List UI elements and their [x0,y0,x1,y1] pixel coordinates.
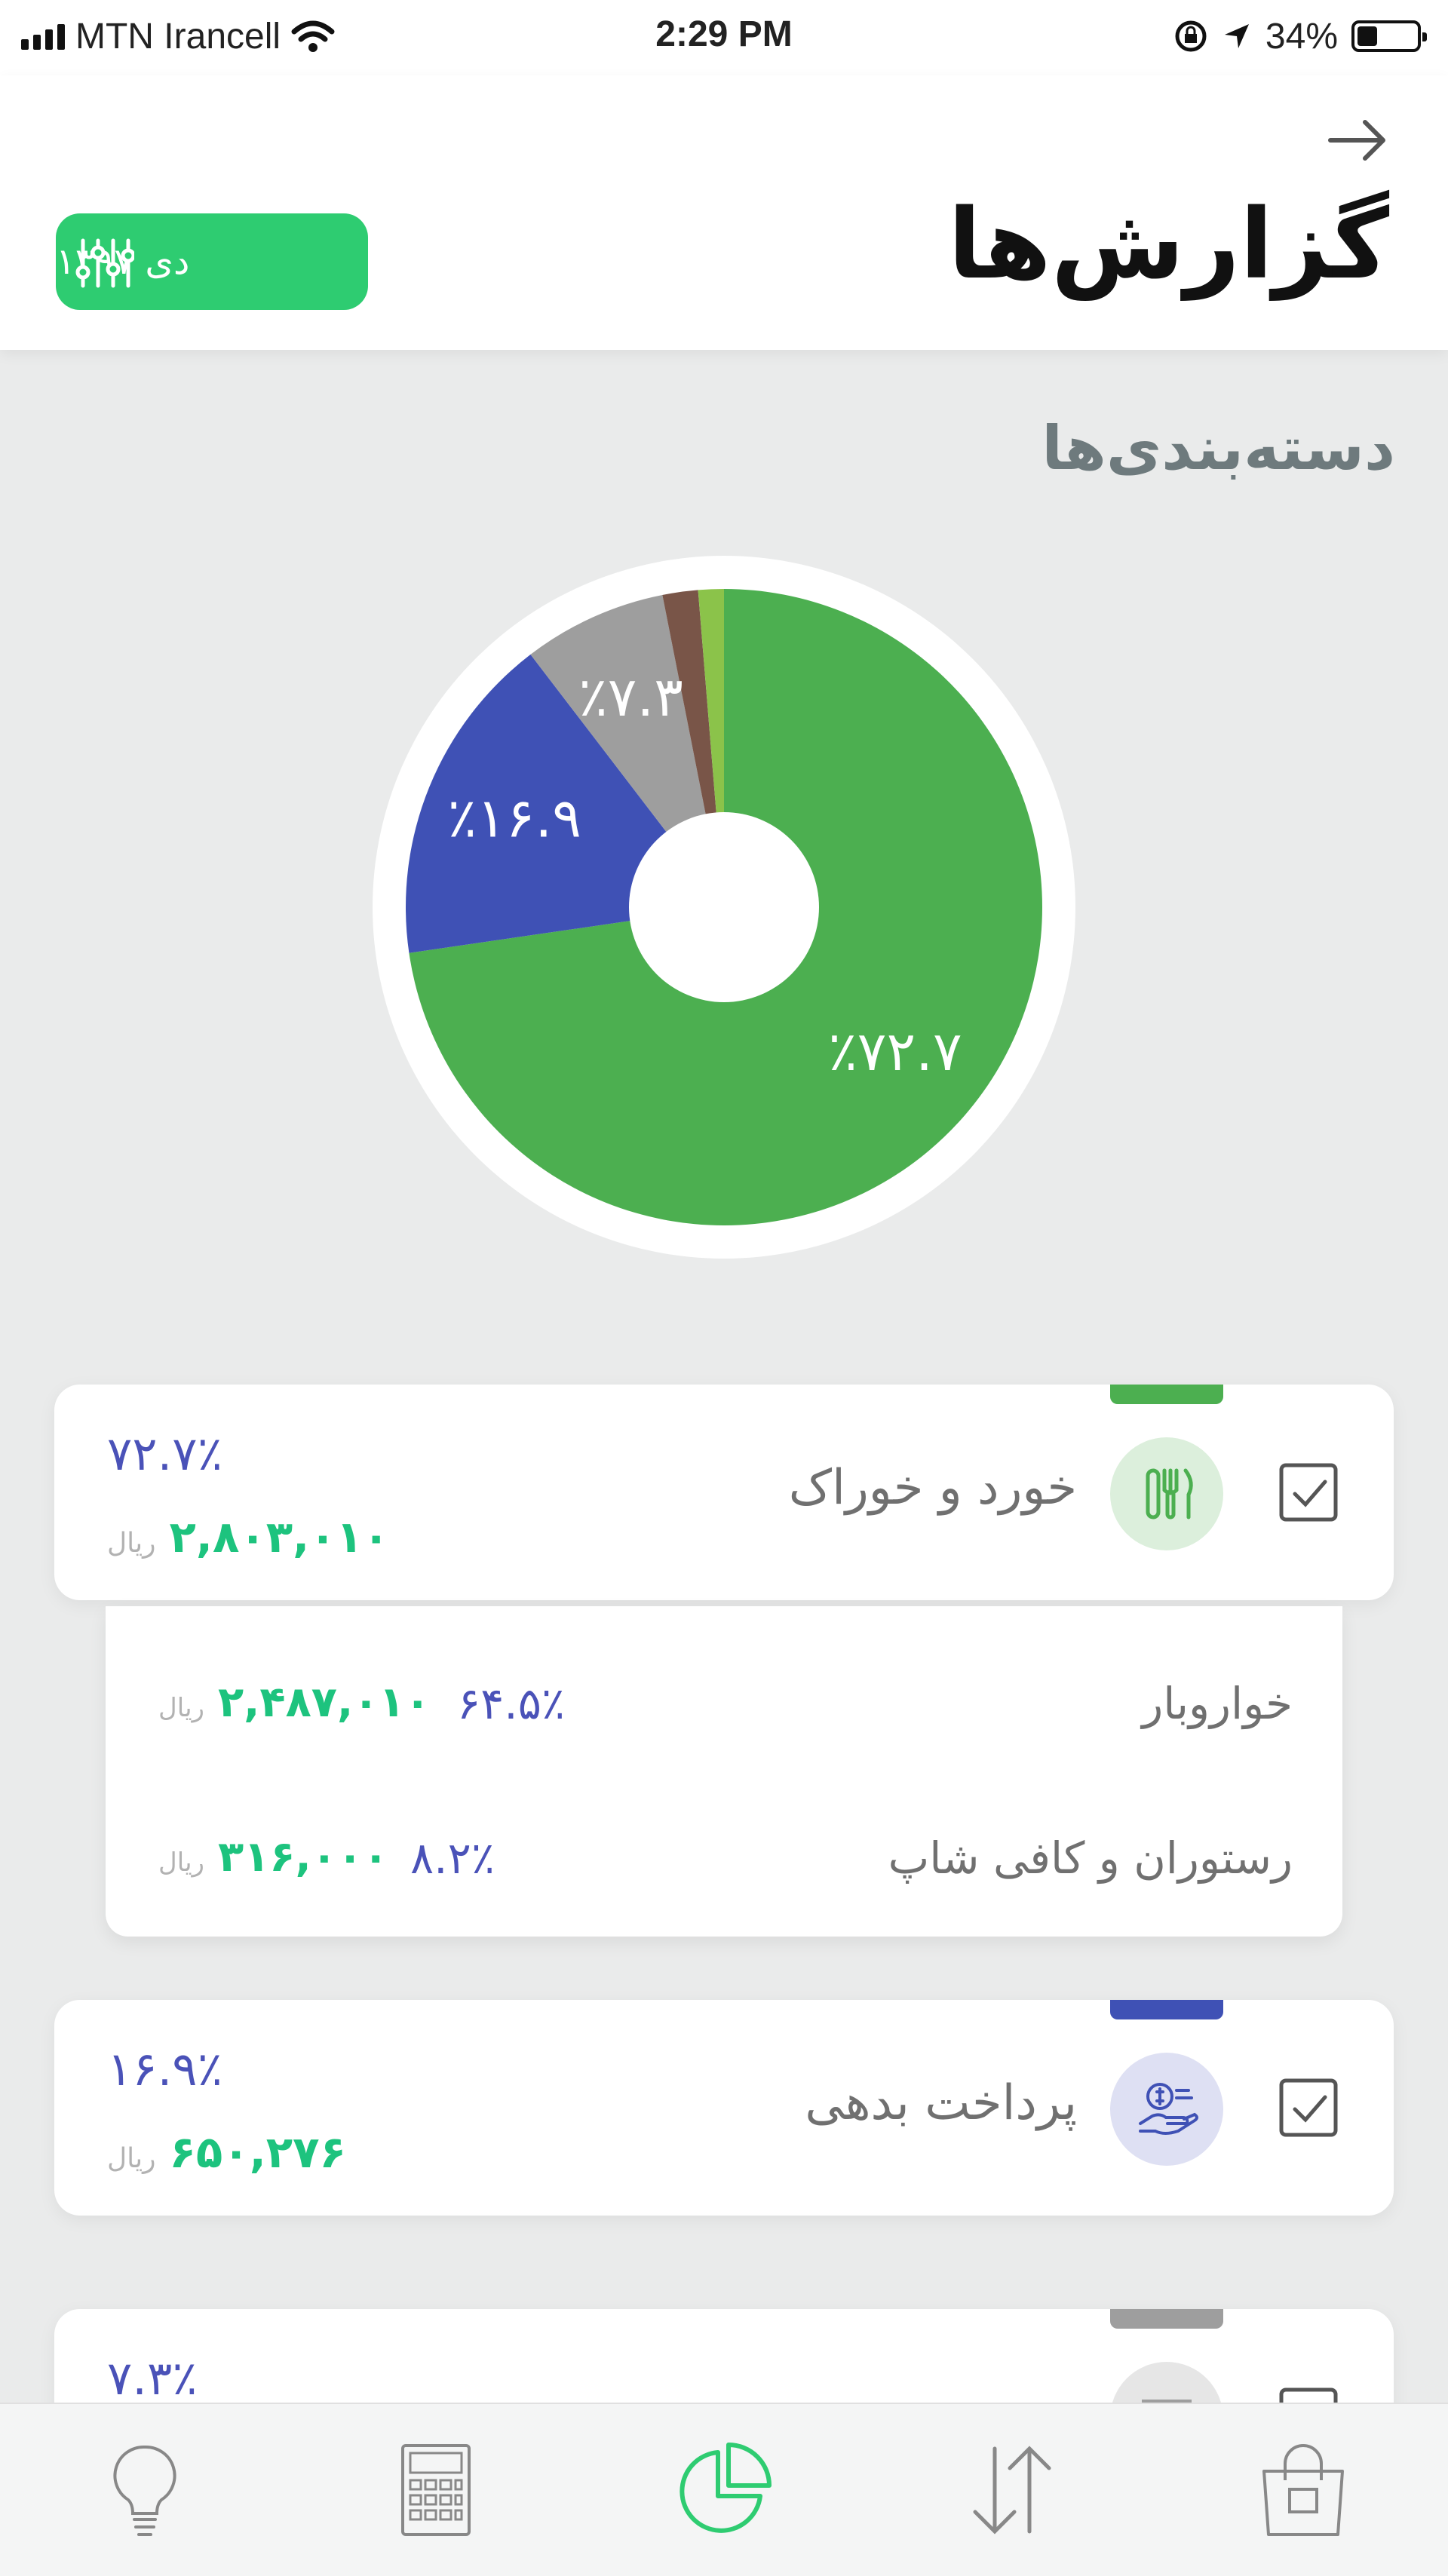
category-percent: ۷.۳٪ [107,2351,198,2406]
rotation-lock-icon [1175,20,1207,52]
pie-slice-label-1: ٪۱۶.۹ [447,786,581,849]
subcategory-amount: ریال ۳۱۶,۰۰۰ [158,1832,388,1881]
shopping-bag-icon [1262,2444,1344,2536]
pie-chart-svg: ٪۷۲.۷ ٪۱۶.۹ ٪۷.۳ [373,556,1075,1259]
nav-tips-button[interactable] [84,2430,205,2550]
pie-chart-hole [629,812,819,1002]
arrows-up-down-icon [973,2446,1051,2535]
subcategory-list: خواروبار ۶۴.۵٪ ریال ۲,۴۸۷,۰۱۰ رستوران و … [106,1606,1342,1937]
hand-coin-icon [1110,2053,1223,2166]
nav-transactions-button[interactable] [952,2430,1072,2550]
subcategory-name: رستوران و کافی شاپ [888,1832,1293,1884]
fork-knife-icon [1110,1437,1223,1550]
subcategory-row[interactable]: خواروبار ۶۴.۵٪ ریال ۲,۴۸۷,۰۱۰ [106,1678,1342,1753]
category-color-tab [1110,2309,1223,2329]
checkbox-checked-icon[interactable] [1277,1461,1340,1524]
battery-icon [1351,20,1427,52]
calculator-icon [401,2444,471,2536]
status-right: 34% [1173,14,1427,59]
currency-label: ریال [158,1693,204,1723]
status-bar: MTN Irancell 2:29 PM 34% [0,0,1448,75]
subcategory-percent: ۶۴.۵٪ [457,1678,566,1729]
subcategory-row[interactable]: رستوران و کافی شاپ ۸.۲٪ ریال ۳۱۶,۰۰۰ [106,1832,1342,1908]
currency-label: ریال [107,2143,156,2174]
category-color-tab [1110,1385,1223,1404]
category-amount: ریال ۶۵۰,۲۷۶ [107,2127,346,2178]
category-card-debt[interactable]: پرداخت بدهی ۱۶.۹٪ ریال ۶۵۰,۲۷۶ [54,2000,1394,2216]
amount-value: ۶۵۰,۲۷۶ [169,2127,346,2178]
bottom-navigation [0,2403,1448,2576]
pie-slice-label-2: ٪۷.۳ [578,665,683,728]
location-icon [1224,24,1249,48]
app-header: گزارش‌ها دی ۱۳۹۷ [0,75,1448,350]
category-percent: ۱۶.۹٪ [107,2041,222,2096]
currency-label: ریال [158,1848,204,1878]
category-name: پرداخت بدهی [805,2075,1077,2131]
category-amount: ریال ۲,۸۰۳,۰۱۰ [107,1511,389,1562]
date-filter-button[interactable]: دی ۱۳۹۷ [56,213,368,310]
nav-calculator-button[interactable] [376,2430,496,2550]
category-percent: ۷۲.۷٪ [107,1426,222,1481]
pie-chart-icon [680,2443,772,2533]
battery-percent: 34% [1265,16,1338,57]
nav-shopping-button[interactable] [1243,2430,1364,2550]
amount-value: ۲,۴۸۷,۰۱۰ [217,1678,431,1727]
nav-reports-button[interactable] [664,2430,784,2550]
arrow-right-icon[interactable] [1320,103,1395,178]
page-title: گزارش‌ها [947,189,1389,301]
checkbox-checked-icon[interactable] [1277,2076,1340,2139]
subcategory-amount: ریال ۲,۴۸۷,۰۱۰ [158,1678,431,1727]
section-title: دسته‌بندی‌ها [1042,413,1395,483]
category-color-tab [1110,2000,1223,2019]
lightbulb-icon [113,2445,176,2536]
sliders-icon [75,238,134,288]
pie-slice-label-0: ٪۷۲.۷ [828,1020,962,1083]
category-pie-chart: ٪۷۲.۷ ٪۱۶.۹ ٪۷.۳ [373,556,1075,1259]
subcategory-percent: ۸.۲٪ [410,1832,495,1884]
amount-value: ۳۱۶,۰۰۰ [217,1832,389,1881]
battery-fill [1358,26,1377,46]
currency-label: ریال [107,1528,156,1559]
amount-value: ۲,۸۰۳,۰۱۰ [169,1511,390,1562]
category-card-food[interactable]: خورد و خوراک ۷۲.۷٪ ریال ۲,۸۰۳,۰۱۰ [54,1385,1394,1600]
battery-nub [1422,32,1427,41]
subcategory-name: خواروبار [1142,1678,1293,1729]
category-name: خورد و خوراک [788,1460,1077,1516]
